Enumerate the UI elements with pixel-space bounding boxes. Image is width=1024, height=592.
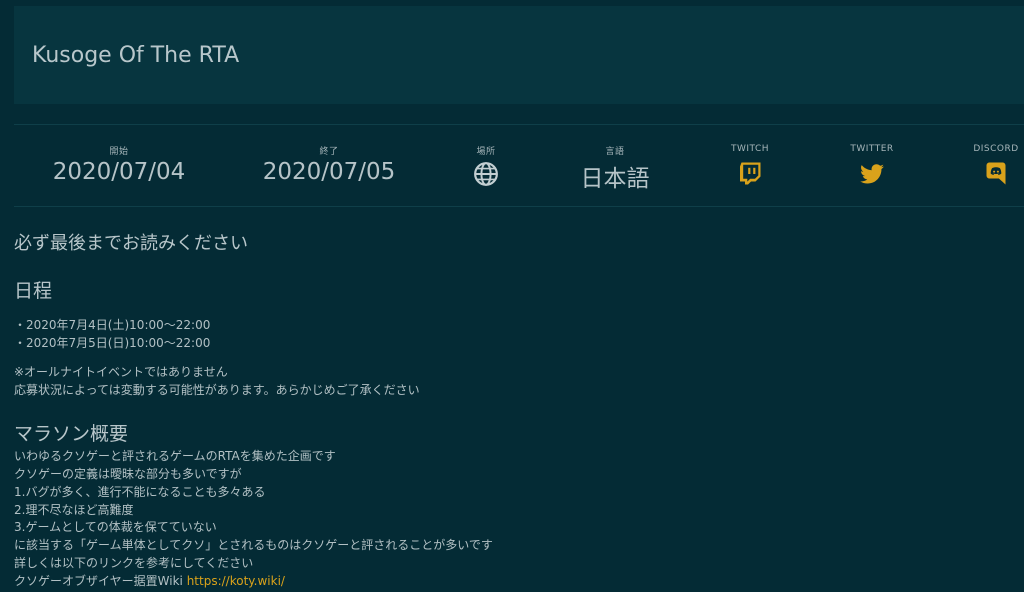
wiki-link[interactable]: https://koty.wiki/	[187, 574, 285, 588]
schedule-heading: 日程	[14, 280, 53, 302]
discord-icon[interactable]	[984, 161, 1008, 185]
event-info-bar: 開始 2020/07/04 終了 2020/07/05 場所 言語 日本語 TW…	[0, 125, 1024, 206]
schedule-note: 応募状況によっては変動する可能性があります。あらかじめご了承ください	[14, 383, 420, 397]
overview-line: 1.バグが多く、進行不能になることも多々ある	[14, 485, 266, 499]
info-twitter[interactable]: TWITTER	[832, 125, 912, 206]
schedule-item: ・2020年7月5日(日)10:00～22:00	[14, 336, 211, 350]
info-discord-label: DISCORD	[973, 144, 1019, 154]
info-language-label: 言語	[605, 147, 625, 157]
overview-heading: マラソン概要	[14, 423, 129, 445]
info-start-label: 開始	[109, 147, 129, 157]
info-language: 言語 日本語	[555, 125, 675, 206]
info-start: 開始 2020/07/04	[44, 125, 194, 206]
notice-heading: 必ず最後までお読みください	[14, 233, 248, 254]
globe-icon[interactable]	[473, 161, 499, 187]
info-discord[interactable]: DISCORD	[956, 125, 1024, 206]
info-start-value: 2020/07/04	[52, 159, 186, 185]
info-twitch-label: TWITCH	[730, 144, 770, 154]
info-location-label: 場所	[476, 147, 496, 157]
twitter-icon[interactable]	[859, 161, 885, 187]
info-twitter-label: TWITTER	[850, 144, 894, 154]
overview-line: に該当する「ゲーム単体としてクソ」とされるものはクソゲーと評されることが多いです	[14, 538, 493, 552]
divider-bottom	[14, 206, 1024, 207]
overview-line: 詳しくは以下のリンクを参考にしてください	[14, 556, 254, 570]
info-location: 場所	[446, 125, 526, 206]
overview-line: クソゲーの定義は曖昧な部分も多いですが	[14, 467, 242, 481]
event-title: Kusoge Of The RTA	[32, 43, 240, 68]
info-end: 終了 2020/07/05	[254, 125, 404, 206]
overview-line: いわゆるクソゲーと評されるゲームのRTAを集めた企画です	[14, 449, 336, 463]
event-header: Kusoge Of The RTA	[14, 6, 1024, 104]
info-twitch[interactable]: TWITCH	[710, 125, 790, 206]
info-language-value: 日本語	[580, 166, 650, 192]
schedule-note: ※オールナイトイベントではありません	[14, 365, 228, 379]
twitch-icon[interactable]	[738, 161, 762, 185]
info-end-value: 2020/07/05	[262, 159, 396, 185]
schedule-item: ・2020年7月4日(土)10:00～22:00	[14, 318, 211, 332]
wiki-line: クソゲーオブザイヤー据置Wiki https://koty.wiki/	[14, 572, 285, 589]
page: Kusoge Of The RTA 開始 2020/07/04 終了 2020/…	[0, 0, 1024, 592]
overview-line: 3.ゲームとしての体裁を保てていない	[14, 520, 217, 534]
info-end-label: 終了	[319, 147, 339, 157]
overview-line: 2.理不尽なほど高難度	[14, 503, 134, 517]
wiki-prefix: クソゲーオブザイヤー据置Wiki	[14, 574, 187, 588]
